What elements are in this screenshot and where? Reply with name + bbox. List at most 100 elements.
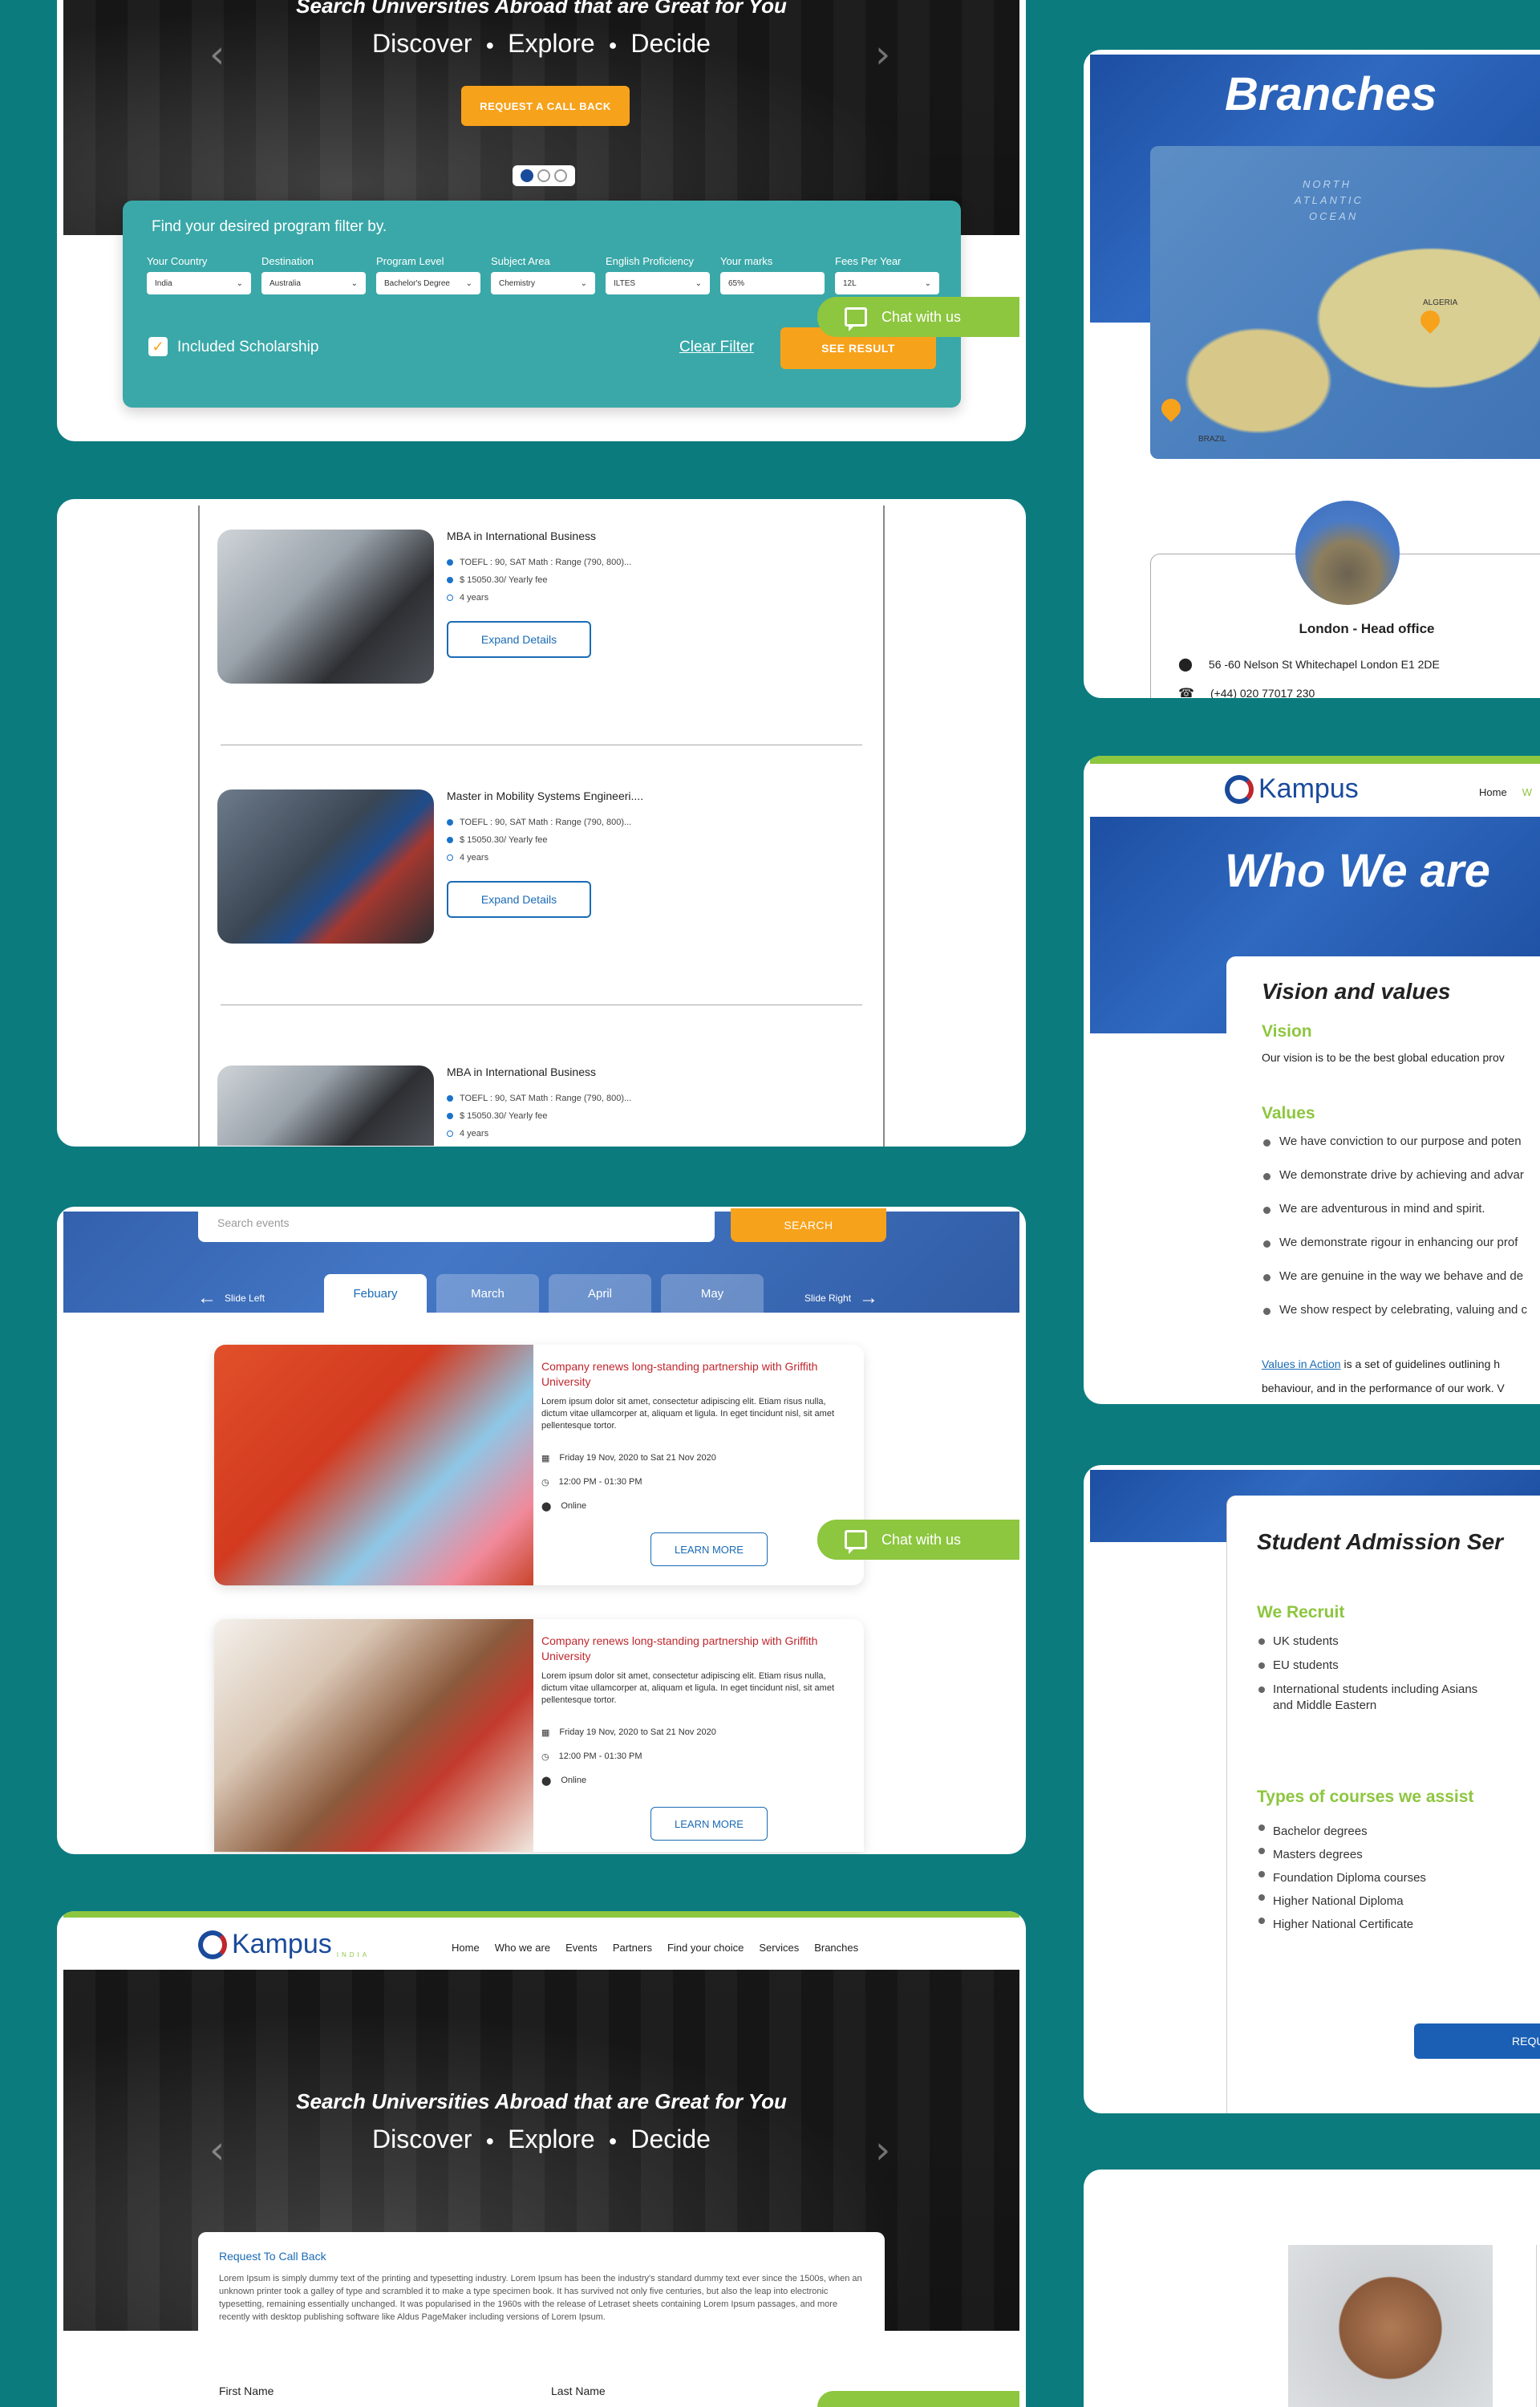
- filter-subject-select[interactable]: Chemistry ⌄: [491, 272, 595, 294]
- callback-title: Request To Call Back: [219, 2250, 326, 2263]
- program-tests-2: TOEFL : 90, SAT Math : Range (790, 800).…: [447, 814, 631, 831]
- tab-may[interactable]: May: [661, 1274, 764, 1313]
- value-item: We demonstrate rigour in enhancing our p…: [1262, 1236, 1527, 1269]
- nav-partners[interactable]: Partners: [613, 1942, 652, 1954]
- home-hero-prev-arrow[interactable]: ‹: [209, 2128, 225, 2173]
- filter-country-select[interactable]: India ⌄: [147, 272, 251, 294]
- tagline-decide: Decide: [630, 29, 711, 58]
- calendar-icon: ▦: [541, 1453, 550, 1463]
- location-pin-icon: ⬤: [541, 1501, 552, 1512]
- events-search-input[interactable]: Search events: [198, 1208, 715, 1242]
- courses-heading: Types of courses we assist: [1257, 1788, 1474, 1806]
- nav-home[interactable]: Home: [1479, 786, 1507, 798]
- program-fee-1: $ 15050.30/ Yearly fee: [447, 571, 631, 589]
- hero-prev-arrow[interactable]: ‹: [209, 32, 225, 77]
- office-name: London - Head office: [1299, 621, 1435, 636]
- nav-branches[interactable]: Branches: [814, 1942, 858, 1954]
- request-callback-button[interactable]: REQUEST A CALL BACK: [461, 86, 630, 126]
- values-list: We have conviction to our purpose and po…: [1262, 1134, 1527, 1337]
- chat-with-us-button-2[interactable]: Chat with us: [817, 1520, 1019, 1560]
- map-pin-icon-1[interactable]: [1416, 306, 1444, 334]
- recruit-item: UK students: [1257, 1634, 1481, 1650]
- nav-find-your-choice[interactable]: Find your choice: [667, 1942, 744, 1954]
- clock-icon: ◷: [541, 1477, 549, 1488]
- home-page-card: Kampus INDIA Home Who we are Events Part…: [57, 1911, 1026, 2407]
- callback-body: Lorem Ipsum is simply dummy text of the …: [219, 2274, 862, 2322]
- program-tests-3: TOEFL : 90, SAT Math : Range (790, 800).…: [447, 1090, 631, 1107]
- tab-march[interactable]: March: [436, 1274, 539, 1313]
- course-item: Bachelor degrees: [1257, 1820, 1426, 1843]
- scholarship-checkbox[interactable]: ✓: [148, 337, 168, 356]
- nav-events[interactable]: Events: [565, 1942, 598, 1954]
- home-logo[interactable]: Kampus INDIA: [198, 1929, 370, 1960]
- event-mode-1: ⬤ Online: [541, 1501, 587, 1512]
- event-mode-2: ⬤ Online: [541, 1776, 587, 1786]
- events-search-button[interactable]: SEARCH: [731, 1208, 886, 1242]
- tab-february[interactable]: Febuary: [324, 1274, 427, 1313]
- nav-services[interactable]: Services: [759, 1942, 799, 1954]
- who-top-accent: [1090, 756, 1540, 764]
- nav-who-we-are[interactable]: Who we are: [495, 1942, 550, 1954]
- program-title-1: MBA in International Business: [447, 530, 596, 542]
- chat-with-us-button-3[interactable]: [817, 2391, 1019, 2407]
- profile-card: [1084, 2170, 1540, 2407]
- vision-text: Our vision is to be the best global educ…: [1262, 1051, 1505, 1064]
- program-image-3: [217, 1065, 434, 1146]
- learn-more-button-2[interactable]: LEARN MORE: [650, 1807, 768, 1841]
- expand-details-button-1[interactable]: Expand Details: [447, 621, 591, 658]
- profile-divider: [1536, 2245, 1537, 2407]
- filter-label-country: Your Country: [147, 255, 208, 267]
- program-list-card: MBA in International Business TOEFL : 90…: [57, 499, 1026, 1147]
- values-in-action-link[interactable]: Values in Action: [1262, 1358, 1341, 1370]
- phone-icon: ☎: [1178, 687, 1194, 698]
- map-label-brazil: BRAZIL: [1198, 435, 1227, 444]
- kampus-logo-icon: [1225, 774, 1254, 804]
- carousel-dot-3[interactable]: [554, 169, 567, 182]
- services-title: Student Admission Ser: [1257, 1529, 1504, 1554]
- filter-english-select[interactable]: ILTES ⌄: [606, 272, 710, 294]
- filter-program-level-select[interactable]: Bachelor's Degree ⌄: [376, 272, 480, 294]
- event-title-1: Company renews long-standing partnership…: [541, 1360, 818, 1388]
- slide-right-control[interactable]: Slide Right →: [804, 1287, 878, 1309]
- map-pin-icon-2[interactable]: [1157, 395, 1185, 422]
- kampus-logo-icon: [198, 1930, 227, 1959]
- map-label-algeria: ALGERIA: [1423, 298, 1458, 307]
- carousel-dot-2[interactable]: [537, 169, 550, 182]
- program-duration-1: 4 years: [447, 589, 631, 607]
- filter-label-program-level: Program Level: [376, 255, 444, 267]
- event-time-2: ◷ 12:00 PM - 01:30 PM: [541, 1751, 642, 1762]
- event-card-1: Company renews long-standing partnership…: [214, 1345, 864, 1585]
- event-body-2: Lorem ipsum dolor sit amet, consectetur …: [541, 1671, 835, 1705]
- value-item: We demonstrate drive by achieving and ad…: [1262, 1168, 1527, 1202]
- map-label-north: NORTH: [1303, 178, 1352, 190]
- nav-who-we-are[interactable]: W: [1522, 786, 1532, 798]
- hero-filter-card: Search Universities Abroad that are Grea…: [57, 0, 1026, 441]
- value-item: We have conviction to our purpose and po…: [1262, 1134, 1527, 1168]
- filter-label-subject: Subject Area: [491, 255, 550, 267]
- branches-card: Branches NORTH ATLANTIC OCEAN ALGERIA BR…: [1084, 50, 1540, 698]
- filter-destination-select[interactable]: Australia ⌄: [261, 272, 366, 294]
- event-card-2: Company renews long-standing partnership…: [214, 1619, 864, 1852]
- carousel-dot-1[interactable]: [521, 169, 533, 182]
- world-map[interactable]: NORTH ATLANTIC OCEAN ALGERIA BRAZIL: [1150, 146, 1540, 459]
- slide-left-control[interactable]: ← Slide Left: [197, 1287, 265, 1309]
- services-request-button[interactable]: REQU: [1414, 2023, 1540, 2059]
- filter-label-fees: Fees Per Year: [835, 255, 902, 267]
- chat-icon: [845, 1530, 867, 1554]
- filter-marks-input[interactable]: 65%: [720, 272, 825, 294]
- who-logo[interactable]: Kampus: [1225, 773, 1359, 805]
- chat-with-us-button-1[interactable]: Chat with us: [817, 297, 1019, 337]
- program-title-2: Master in Mobility Systems Engineeri....: [447, 789, 644, 802]
- event-date-2: ▦ Friday 19 Nov, 2020 to Sat 21 Nov 2020: [541, 1727, 716, 1738]
- hero-next-arrow[interactable]: ›: [875, 32, 890, 77]
- tab-april[interactable]: April: [549, 1274, 651, 1313]
- program-tests-1: TOEFL : 90, SAT Math : Range (790, 800).…: [447, 554, 631, 571]
- office-address: ⬤ 56 -60 Nelson St Whitechapel London E1…: [1178, 658, 1440, 672]
- clear-filter-link[interactable]: Clear Filter: [679, 339, 754, 356]
- filter-fees-select[interactable]: 12L ⌄: [835, 272, 939, 294]
- nav-home[interactable]: Home: [452, 1942, 480, 1954]
- home-hero-next-arrow[interactable]: ›: [875, 2128, 890, 2173]
- learn-more-button-1[interactable]: LEARN MORE: [650, 1532, 768, 1566]
- expand-details-button-2[interactable]: Expand Details: [447, 881, 591, 918]
- home-top-accent: [63, 1911, 1019, 1918]
